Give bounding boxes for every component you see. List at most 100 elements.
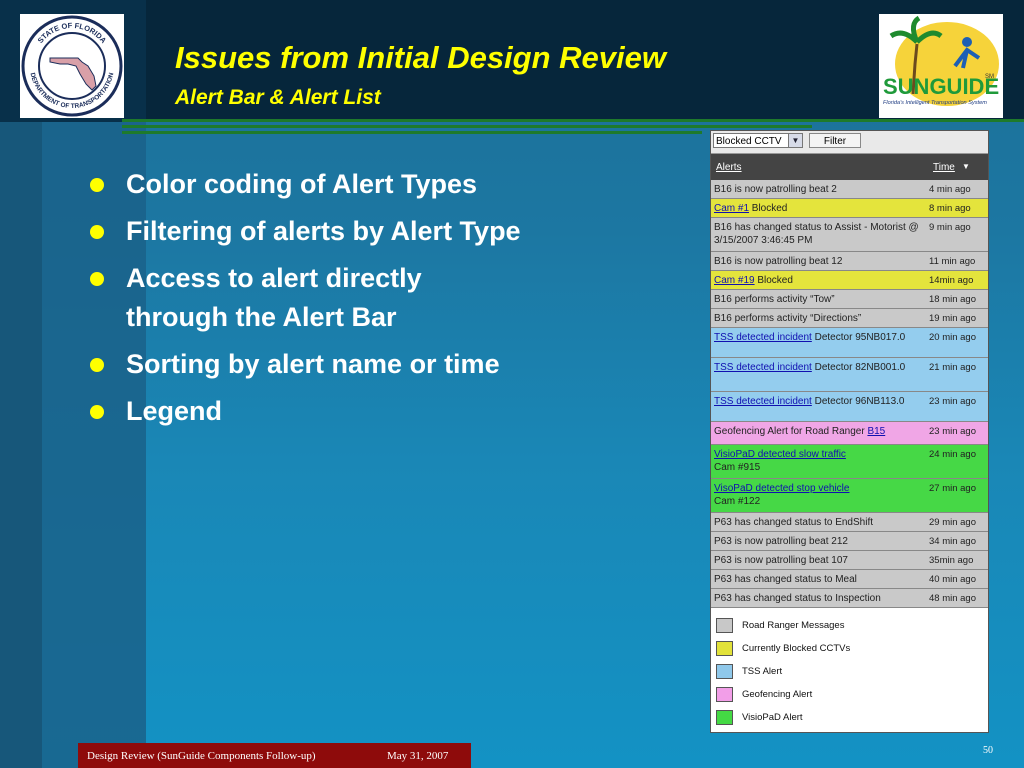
time-column-header[interactable]: Time — [933, 162, 955, 173]
bullet-item: Legend — [88, 392, 528, 431]
alert-row-time: 4 min ago — [929, 184, 971, 195]
legend-item: TSS Alert — [711, 660, 988, 683]
alert-row-message: Detector 95NB017.0 — [811, 332, 906, 343]
bullet-dot-icon — [90, 272, 104, 286]
alert-row-link[interactable]: TSS detected incident — [714, 396, 812, 407]
alert-legend: Road Ranger Messages Currently Blocked CC… — [711, 614, 988, 729]
bullet-dot-icon — [90, 178, 104, 192]
header-rule-2 — [122, 125, 812, 128]
alert-row-text: Geofencing Alert for Road Ranger B15 — [714, 425, 919, 438]
alert-row-time: 18 min ago — [929, 294, 977, 305]
alert-type-select-value: Blocked CCTV — [716, 136, 782, 147]
legend-swatch — [716, 687, 733, 702]
alert-row-time: 34 min ago — [929, 536, 977, 547]
legend-label: Currently Blocked CCTVs — [742, 643, 851, 654]
alert-row-link[interactable]: VisioPaD detected slow traffic — [714, 449, 846, 460]
alert-row[interactable]: VisoPaD detected stop vehicle Cam #122 27 … — [711, 479, 988, 513]
legend-item: Road Ranger Messages — [711, 614, 988, 637]
alert-row-time: 11 min ago — [929, 256, 976, 267]
alert-row-time: 27 min ago — [929, 483, 977, 494]
alert-row[interactable]: Cam #19 Blocked 14min ago — [711, 271, 988, 290]
filter-button[interactable]: Filter — [809, 133, 861, 148]
alert-row[interactable]: B16 is now patrolling beat 2 4 min ago — [711, 180, 988, 199]
alert-row[interactable]: P63 is now patrolling beat 212 34 min ago — [711, 532, 988, 551]
alert-row-message: Cam #915 — [714, 462, 761, 473]
alert-row[interactable]: TSS detected incident Detector 96NB113.0… — [711, 392, 988, 422]
alert-row-text: P63 is now patrolling beat 107 — [714, 554, 919, 567]
alert-row[interactable]: TSS detected incident Detector 95NB017.0… — [711, 328, 988, 358]
alerts-column-header[interactable]: Alerts — [716, 162, 742, 173]
sunguide-logo-text: SUNGUIDE — [883, 74, 999, 99]
bullet-list: Color coding of Alert Types Filtering of… — [88, 165, 528, 439]
alert-row-message: Blocked — [754, 275, 793, 286]
bullet-item: Color coding of Alert Types — [88, 165, 528, 204]
alert-row-message: B16 is now patrolling beat 12 — [714, 256, 843, 267]
alert-row-message: B16 has changed status to Assist - Motor… — [714, 222, 919, 246]
alert-row[interactable]: P63 has changed status to Meal 40 min ago — [711, 570, 988, 589]
alert-row[interactable]: P63 has changed status to Inspection 48 m… — [711, 589, 988, 608]
alert-row-text: P63 has changed status to EndShift — [714, 516, 919, 529]
header-rule-3 — [122, 131, 702, 134]
legend-swatch — [716, 618, 733, 633]
slide-title: Issues from Initial Design Review — [175, 40, 666, 75]
bullet-text: Legend — [126, 396, 223, 426]
alert-row-time: 19 min ago — [929, 313, 977, 324]
alert-row-time: 29 min ago — [929, 517, 977, 528]
alert-row[interactable]: B16 is now patrolling beat 12 11 min ago — [711, 252, 988, 271]
alert-row[interactable]: P63 has changed status to EndShift 29 min… — [711, 513, 988, 532]
alert-row-time: 48 min ago — [929, 593, 977, 604]
slide-subtitle: Alert Bar & Alert List — [175, 86, 381, 109]
alert-row-link[interactable]: TSS detected incident — [714, 332, 812, 343]
alert-row-text: Cam #19 Blocked — [714, 274, 919, 287]
legend-label: VisioPaD Alert — [742, 712, 803, 723]
alert-row-link[interactable]: TSS detected incident — [714, 362, 812, 373]
alert-row-message: Detector 82NB001.0 — [811, 362, 906, 373]
alert-row[interactable]: B16 has changed status to Assist - Motor… — [711, 218, 988, 252]
alert-row-time: 23 min ago — [929, 426, 977, 437]
alert-row-text: VisoPaD detected stop vehicle Cam #122 — [714, 482, 919, 508]
alert-row[interactable]: B16 performs activity “Tow” 18 min ago — [711, 290, 988, 309]
alert-row-link[interactable]: Cam #1 — [714, 203, 749, 214]
bullet-dot-icon — [90, 405, 104, 419]
alert-row-message: B16 is now patrolling beat 2 — [714, 184, 837, 195]
legend-item: Geofencing Alert — [711, 683, 988, 706]
alert-row[interactable]: P63 is now patrolling beat 107 35min ago — [711, 551, 988, 570]
footer-text: Design Review (SunGuide Components Follo… — [87, 750, 316, 762]
alert-row-time: 24 min ago — [929, 449, 977, 460]
alert-type-select[interactable]: Blocked CCTV ▼ — [713, 133, 803, 148]
alert-row[interactable]: Cam #1 Blocked 8 min ago — [711, 199, 988, 218]
alert-row-text: B16 performs activity “Directions” — [714, 312, 919, 325]
alert-row-text: P63 has changed status to Inspection — [714, 592, 919, 605]
alert-rows: B16 is now patrolling beat 2 4 min ago Cam… — [711, 180, 988, 608]
alert-row[interactable]: VisioPaD detected slow traffic Cam #915 24… — [711, 445, 988, 479]
alert-row-message: P63 is now patrolling beat 107 — [714, 555, 848, 566]
legend-item: Currently Blocked CCTVs — [711, 637, 988, 660]
chevron-down-icon[interactable]: ▼ — [788, 134, 802, 147]
alert-row-time: 23 min ago — [929, 396, 977, 407]
alert-row-link[interactable]: B15 — [867, 426, 885, 437]
alert-toolbar: Blocked CCTV ▼ Filter — [711, 131, 988, 154]
alert-row-text: Cam #1 Blocked — [714, 202, 919, 215]
alert-row-message: B16 performs activity “Directions” — [714, 313, 862, 324]
alert-row[interactable]: TSS detected incident Detector 82NB001.0… — [711, 358, 988, 392]
alert-row-text: P63 is now patrolling beat 212 — [714, 535, 919, 548]
sunguide-logo-sm: SM — [985, 74, 994, 80]
legend-label: Geofencing Alert — [742, 689, 813, 700]
legend-swatch — [716, 664, 733, 679]
footer-date: May 31, 2007 — [387, 750, 449, 762]
alert-row-time: 21 min ago — [929, 362, 977, 373]
alert-row-link[interactable]: VisoPaD detected stop vehicle — [714, 483, 849, 494]
sort-down-icon[interactable]: ▼ — [962, 162, 970, 171]
alert-row-time: 9 min ago — [929, 222, 971, 233]
bullet-item: Filtering of alerts by Alert Type — [88, 212, 528, 251]
fdot-logo: STATE OF FLORIDA DEPARTMENT OF TRANSPORT… — [20, 14, 124, 118]
alert-row-link[interactable]: Cam #19 — [714, 275, 755, 286]
alert-list-header: Alerts Time ▼ — [711, 154, 988, 180]
page-number: 50 — [983, 745, 993, 756]
alert-row[interactable]: Geofencing Alert for Road Ranger B15 23 m… — [711, 422, 988, 445]
alert-row[interactable]: B16 performs activity “Directions” 19 min… — [711, 309, 988, 328]
alert-row-message: Cam #122 — [714, 496, 761, 507]
alert-row-text: TSS detected incident Detector 82NB001.0 — [714, 361, 919, 374]
alert-row-text: TSS detected incident Detector 95NB017.0 — [714, 331, 919, 344]
alert-row-text: B16 is now patrolling beat 2 — [714, 183, 919, 196]
